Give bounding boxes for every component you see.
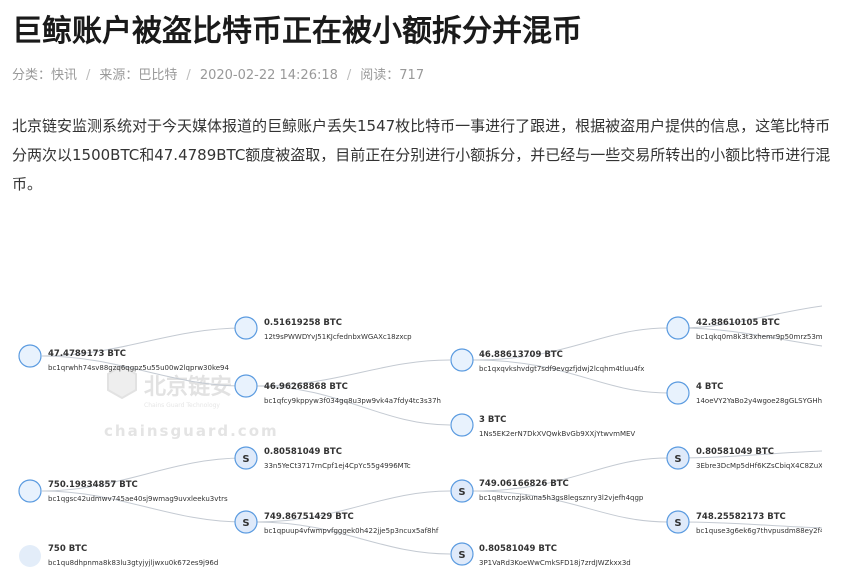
article-title: 巨鲸账户被盗比特币正在被小额拆分并混币 bbox=[12, 14, 582, 49]
node-value: 750.19834857 BTC bbox=[48, 480, 138, 490]
meta-separator: / bbox=[186, 68, 191, 83]
meta-separator: / bbox=[86, 68, 91, 83]
tx-node[interactable]: 42.88610105 BTC bc1qkq0m8k3t3xhemr9p50mr… bbox=[666, 316, 827, 341]
node-value: 748.25582173 BTC bbox=[696, 512, 786, 522]
address-node-icon[interactable] bbox=[18, 479, 42, 503]
meta-views: 阅读：717 bbox=[360, 68, 425, 83]
watermark-name: 北京链安 bbox=[144, 374, 232, 400]
tx-node[interactable]: 46.88613709 BTC bc1qxqvkshvdgt7sdf9evgzf… bbox=[450, 348, 644, 373]
address-node-icon[interactable] bbox=[18, 344, 42, 368]
node-value: 46.96268868 BTC bbox=[264, 382, 348, 392]
tx-node[interactable]: S 0.80581049 BTC 3Ebre3DcMp5dHf6KZsCbiqX… bbox=[666, 446, 823, 470]
node-address[interactable]: 3Ebre3DcMp5dHf6KZsCbiqX4C8ZuX bbox=[696, 462, 823, 470]
tx-node[interactable]: 3 BTC 1Ns5EK2erN7DkXVQwkBvGb9XXjYtwvmMEV bbox=[450, 413, 635, 438]
address-node-icon[interactable] bbox=[234, 374, 258, 398]
mixer-letter: S bbox=[674, 454, 681, 465]
node-address[interactable]: bc1qu8dhpnma8k83lu3gtyjyjljwxu0k672es9j9… bbox=[48, 559, 218, 567]
mixer-letter: S bbox=[458, 550, 465, 561]
tx-node[interactable]: 750 BTC bc1qu8dhpnma8k83lu3gtyjyjljwxu0k… bbox=[19, 544, 218, 567]
mixer-letter: S bbox=[674, 518, 681, 529]
node-address[interactable]: bc1qgsc42udmwv745ae40sj9wmag9uvxleeku3vt… bbox=[48, 495, 228, 503]
meta-datetime: 2020-02-22 14:26:18 bbox=[199, 68, 338, 83]
mixer-letter: S bbox=[242, 518, 249, 529]
article-body: 北京链安监测系统对于今天媒体报道的巨鲸账户丢失1547枚比特币一事进行了跟进，根… bbox=[12, 117, 831, 193]
node-value: 749.06166826 BTC bbox=[479, 479, 569, 489]
node-address[interactable]: bc1qrwhh74sv88gzq6qgpz5u55u00w2lqprw30ke… bbox=[48, 364, 230, 372]
node-value: 4 BTC bbox=[696, 382, 723, 392]
node-address[interactable]: 33n5YeCt3717rnCpf1ej4CpYc55g4996MTc bbox=[264, 462, 411, 470]
address-node-icon[interactable] bbox=[450, 413, 474, 437]
watermark-sub: Chains Guard Technology bbox=[144, 402, 220, 409]
meta-category[interactable]: 分类：快讯 bbox=[12, 68, 77, 83]
graph-nodes: 47.4789173 BTC bc1qrwhh74sv88gzq6qgpz5u5… bbox=[18, 316, 829, 567]
address-node-icon[interactable] bbox=[666, 316, 690, 340]
node-address[interactable]: bc1quse3g6ek6g7thvpusdm88ey2f4x bbox=[696, 527, 829, 535]
node-address[interactable]: 1Ns5EK2erN7DkXVQwkBvGb9XXjYtwvmMEV bbox=[479, 430, 635, 438]
node-value: 46.88613709 BTC bbox=[479, 350, 563, 360]
node-address[interactable]: bc1q8tvcnzjskuna5h3gs8legsznry3l2vjefh4q… bbox=[479, 494, 644, 502]
node-address[interactable]: 14oeVY2YaBo2y4wgoe28gGLSYGHh bbox=[696, 397, 822, 405]
node-address[interactable]: 3P1VaRd3KoeWwCmkSFD18j7zrdJWZkxx3d bbox=[479, 559, 631, 567]
address-node-icon[interactable] bbox=[19, 545, 41, 567]
node-value: 0.80581049 BTC bbox=[264, 447, 342, 457]
tx-node[interactable]: 47.4789173 BTC bc1qrwhh74sv88gzq6qgpz5u5… bbox=[18, 344, 230, 372]
transaction-graph: 北京链安 Chains Guard Technology chainsguard… bbox=[10, 268, 829, 581]
node-value: 42.88610105 BTC bbox=[696, 318, 780, 328]
tx-node[interactable]: S 0.80581049 BTC 33n5YeCt3717rnCpf1ej4Cp… bbox=[234, 446, 411, 470]
meta-separator: / bbox=[346, 68, 352, 83]
node-address[interactable]: bc1qxqvkshvdgt7sdf9evgzfjdwj2lcqhm4tluu4… bbox=[479, 365, 644, 373]
article-meta: 分类：快讯 / 来源：巴比特 / 2020-02-22 14:26:18 / 阅读：717 bbox=[12, 64, 424, 83]
transaction-graph-svg: 北京链安 Chains Guard Technology chainsguard… bbox=[18, 305, 829, 567]
tx-node[interactable]: S 0.80581049 BTC 3P1VaRd3KoeWwCmkSFD18j7… bbox=[450, 542, 631, 567]
node-value: 749.86751429 BTC bbox=[264, 512, 354, 522]
node-value: 0.80581049 BTC bbox=[479, 544, 557, 554]
tx-node[interactable]: S 749.86751429 BTC bc1qpuup4vfwmpvfgggek… bbox=[234, 510, 439, 535]
node-value: 0.80581049 BTC bbox=[696, 447, 774, 457]
tx-node[interactable]: 46.96268868 BTC bc1qfcy9kppyw3f034gq8u3p… bbox=[234, 374, 441, 405]
mixer-letter: S bbox=[458, 487, 465, 498]
node-address[interactable]: bc1qkq0m8k3t3xhemr9p50mrz53m9 bbox=[696, 333, 827, 341]
node-value: 47.4789173 BTC bbox=[48, 349, 126, 359]
mixer-letter: S bbox=[242, 454, 249, 465]
tx-node[interactable]: 4 BTC 14oeVY2YaBo2y4wgoe28gGLSYGHh bbox=[666, 381, 822, 405]
node-value: 750 BTC bbox=[48, 544, 87, 554]
node-value: 0.51619258 BTC bbox=[264, 318, 342, 328]
address-node-icon[interactable] bbox=[450, 348, 474, 372]
node-value: 3 BTC bbox=[479, 415, 506, 425]
address-node-icon[interactable] bbox=[234, 316, 258, 340]
node-address[interactable]: bc1qfcy9kppyw3f034gq8u3pw9vk4a7fdy4tc3s3… bbox=[264, 397, 441, 405]
tx-node[interactable]: S 748.25582173 BTC bc1quse3g6ek6g7thvpus… bbox=[666, 510, 829, 535]
watermark-url: chainsguard.com bbox=[104, 422, 279, 440]
address-node-icon[interactable] bbox=[666, 381, 690, 405]
node-address[interactable]: bc1qpuup4vfwmpvfgggek0h422jje5p3ncux5af8… bbox=[264, 527, 439, 535]
tx-node[interactable]: 0.51619258 BTC 12t9sPWWDYvJ51KJcfednbxWG… bbox=[234, 316, 412, 341]
meta-source: 来源：巴比特 bbox=[99, 68, 178, 83]
node-address[interactable]: 12t9sPWWDYvJ51KJcfednbxWGAXc18zxcp bbox=[264, 333, 412, 341]
